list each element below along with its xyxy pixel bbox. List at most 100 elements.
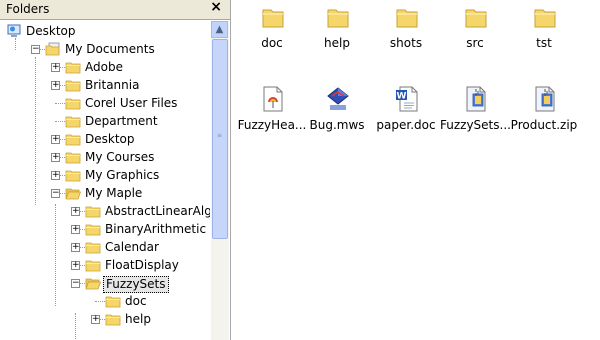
folder-icon bbox=[105, 312, 121, 326]
file-item[interactable]: Wpaper.doc bbox=[371, 86, 441, 146]
tree-item-label[interactable]: My Graphics bbox=[83, 168, 161, 183]
folder-icon bbox=[85, 222, 101, 236]
tree-item[interactable]: doc bbox=[0, 293, 210, 311]
folder-tree: Desktop − My Documents + Adobe + Britannia Core… bbox=[0, 21, 210, 340]
scroll-grip-icon: ≡ bbox=[217, 132, 223, 139]
file-item[interactable]: FuzzySets... bbox=[440, 86, 510, 146]
tree-connector-line bbox=[55, 121, 65, 122]
tree-item[interactable]: + Adobe bbox=[0, 59, 210, 77]
tree-item-label[interactable]: My Documents bbox=[63, 42, 157, 57]
expand-icon[interactable]: + bbox=[71, 261, 80, 270]
zip-archive-icon bbox=[533, 86, 557, 112]
tree-item-label[interactable]: BinaryArithmetic bbox=[103, 222, 208, 237]
tree-item-label[interactable]: Desktop bbox=[24, 24, 78, 39]
file-item[interactable]: src bbox=[440, 4, 510, 64]
tree-item[interactable]: + My Courses bbox=[0, 149, 210, 167]
file-item-label: FuzzySets... bbox=[440, 118, 510, 132]
expand-icon[interactable]: + bbox=[51, 153, 60, 162]
collapse-icon[interactable]: − bbox=[51, 189, 60, 198]
tree-item-label[interactable]: Desktop bbox=[83, 132, 137, 147]
tree-item[interactable]: − My Documents bbox=[0, 41, 210, 59]
file-item-label: doc bbox=[261, 36, 283, 50]
maple-worksheet-icon bbox=[326, 86, 350, 112]
collapse-icon[interactable]: − bbox=[31, 45, 40, 54]
my-documents-icon bbox=[45, 42, 61, 56]
file-item-label: shots bbox=[389, 36, 423, 50]
folder-icon bbox=[65, 114, 81, 128]
folder-icon bbox=[533, 4, 557, 30]
svg-text:W: W bbox=[397, 92, 407, 102]
folder-icon bbox=[464, 4, 488, 30]
scroll-up-button[interactable]: ▲ bbox=[211, 21, 228, 38]
file-item[interactable]: help bbox=[302, 4, 372, 64]
zip-archive-icon bbox=[464, 86, 488, 112]
close-pane-icon[interactable]: × bbox=[210, 0, 222, 15]
expand-icon[interactable]: + bbox=[51, 63, 60, 72]
tree-item-label[interactable]: Corel User Files bbox=[83, 96, 179, 111]
folder-icon bbox=[261, 4, 285, 30]
folder-icon bbox=[85, 258, 101, 272]
folder-open-icon bbox=[65, 186, 82, 200]
scroll-thumb[interactable]: ≡ bbox=[212, 39, 228, 239]
tree-item-label[interactable]: FloatDisplay bbox=[103, 258, 181, 273]
file-item[interactable]: tst bbox=[509, 4, 579, 64]
expand-icon[interactable]: + bbox=[71, 207, 80, 216]
expand-icon[interactable]: + bbox=[51, 81, 60, 90]
folder-icon bbox=[105, 294, 121, 308]
tree-item-label[interactable]: doc bbox=[123, 294, 149, 309]
file-item[interactable]: doc bbox=[237, 4, 307, 64]
folders-pane-header: Folders × bbox=[0, 0, 230, 20]
tree-item-label[interactable]: help bbox=[123, 312, 153, 327]
tree-item-label[interactable]: Britannia bbox=[83, 78, 141, 93]
tree-item[interactable]: Desktop bbox=[0, 23, 210, 41]
maple-help-file-icon bbox=[261, 86, 285, 112]
tree-item[interactable]: − My Maple bbox=[0, 185, 210, 203]
expand-icon[interactable]: + bbox=[91, 315, 100, 324]
file-item[interactable]: FuzzyHea... bbox=[237, 86, 307, 146]
word-document-icon: W bbox=[395, 86, 419, 112]
folder-icon bbox=[65, 96, 81, 110]
tree-item[interactable]: + My Graphics bbox=[0, 167, 210, 185]
folders-pane: Folders × Desktop − My Documents + Adobe + Bri… bbox=[0, 0, 231, 340]
tree-item-label[interactable]: AbstractLinearAlgebra bbox=[103, 204, 210, 219]
folder-icon bbox=[326, 4, 350, 30]
folder-icon bbox=[65, 78, 81, 92]
tree-item[interactable]: Corel User Files bbox=[0, 95, 210, 113]
file-item[interactable]: Product.zip bbox=[509, 86, 579, 146]
expand-icon[interactable]: + bbox=[51, 135, 60, 144]
collapse-icon[interactable]: − bbox=[71, 279, 80, 288]
file-item-label: FuzzyHea... bbox=[237, 118, 307, 132]
tree-item[interactable]: + AbstractLinearAlgebra bbox=[0, 203, 210, 221]
expand-icon[interactable]: + bbox=[71, 243, 80, 252]
tree-scrollbar[interactable]: ▲ ≡ bbox=[211, 21, 229, 340]
expand-icon[interactable]: + bbox=[51, 171, 60, 180]
tree-item-label[interactable]: Calendar bbox=[103, 240, 161, 255]
tree-item[interactable]: + Calendar bbox=[0, 239, 210, 257]
file-item[interactable]: shots bbox=[371, 4, 441, 64]
folder-icon bbox=[65, 150, 81, 164]
tree-connector-line bbox=[95, 301, 105, 302]
tree-item-label[interactable]: FuzzySets bbox=[103, 276, 169, 293]
tree-item-label[interactable]: Department bbox=[83, 114, 160, 129]
tree-item[interactable]: + FloatDisplay bbox=[0, 257, 210, 275]
file-item[interactable]: Bug.mws bbox=[302, 86, 372, 146]
tree-item-label[interactable]: Adobe bbox=[83, 60, 125, 75]
file-item-label: help bbox=[324, 36, 350, 50]
folder-open-icon bbox=[85, 276, 102, 290]
tree-item[interactable]: + Desktop bbox=[0, 131, 210, 149]
tree-item[interactable]: + help bbox=[0, 311, 210, 329]
desktop-icon bbox=[6, 24, 22, 38]
tree-item[interactable]: Department bbox=[0, 113, 210, 131]
expand-icon[interactable]: + bbox=[71, 225, 80, 234]
tree-item-label[interactable]: My Courses bbox=[83, 150, 156, 165]
file-item-label: Product.zip bbox=[510, 118, 578, 132]
folder-icon bbox=[395, 4, 419, 30]
tree-item[interactable]: − FuzzySets bbox=[0, 275, 210, 293]
folder-icon bbox=[85, 240, 101, 254]
tree-item-label[interactable]: My Maple bbox=[83, 186, 144, 201]
tree-item[interactable]: + Britannia bbox=[0, 77, 210, 95]
file-list-pane: doc help shots src tst FuzzyHea... Bug.mws Wpap… bbox=[231, 0, 600, 340]
file-item-label: tst bbox=[536, 36, 552, 50]
tree-item[interactable]: + BinaryArithmetic bbox=[0, 221, 210, 239]
folder-icon bbox=[85, 204, 101, 218]
